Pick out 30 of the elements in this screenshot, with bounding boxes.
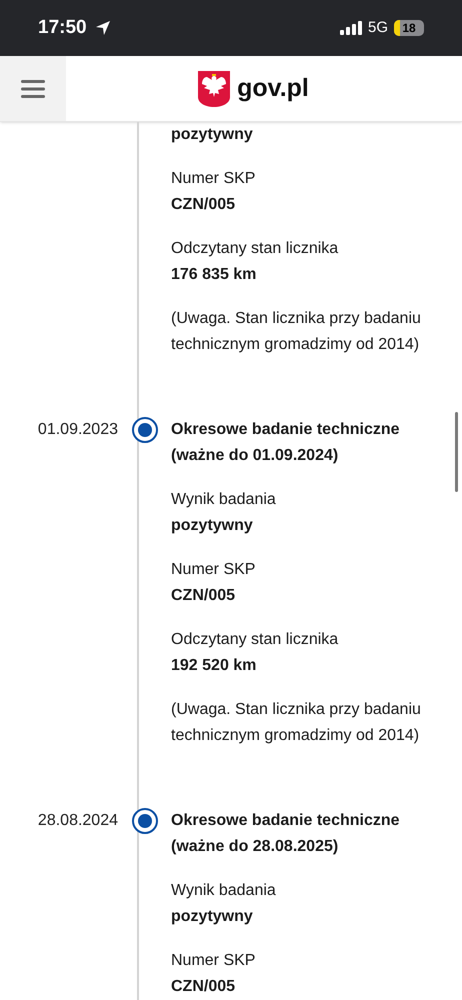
field-value: CZN/005 bbox=[171, 195, 236, 215]
field-value: 192 520 km bbox=[171, 656, 258, 676]
entry-date: 01.09.2023 bbox=[38, 420, 118, 440]
field-label: Odczytany stan licznika bbox=[171, 630, 340, 650]
signal-icon bbox=[340, 21, 362, 35]
note-text: (Uwaga. Stan licznika przy badaniu technicznym gromadzimy od 2014) bbox=[171, 700, 422, 746]
coat-of-arms-icon bbox=[197, 70, 232, 108]
field-label: Numer SKP bbox=[171, 560, 256, 580]
entry-title: Okresowe badanie techniczne (ważne do 01.09.2024) bbox=[171, 420, 401, 466]
field-value: CZN/005 bbox=[171, 586, 236, 606]
clock-time: 17:50 bbox=[38, 16, 87, 40]
entry-date: 28.08.2024 bbox=[38, 811, 118, 831]
field-value: 176 835 km bbox=[171, 265, 258, 285]
field-label: Wynik badania bbox=[171, 490, 277, 510]
network-label: 5G bbox=[368, 18, 388, 38]
location-arrow-icon bbox=[94, 20, 111, 36]
field-value: pozytywny bbox=[171, 125, 254, 145]
field-label: Wynik badania bbox=[171, 881, 277, 901]
entry-title: Okresowe badanie techniczne (ważne do 28.08.2025) bbox=[171, 811, 401, 857]
battery-indicator: 18 bbox=[394, 20, 424, 36]
field-label: Numer SKP bbox=[171, 169, 256, 189]
site-logo-text: gov.pl bbox=[237, 72, 309, 104]
note-text: (Uwaga. Stan licznika przy badaniu technicznym gromadzimy od 2014) bbox=[171, 309, 422, 355]
field-value: pozytywny bbox=[171, 516, 254, 536]
field-value: pozytywny bbox=[171, 907, 254, 927]
menu-icon bbox=[21, 78, 45, 98]
menu-button[interactable] bbox=[0, 56, 66, 121]
field-value: CZN/005 bbox=[171, 977, 236, 997]
field-label: Odczytany stan licznika bbox=[171, 239, 340, 259]
field-label: Numer SKP bbox=[171, 951, 256, 971]
